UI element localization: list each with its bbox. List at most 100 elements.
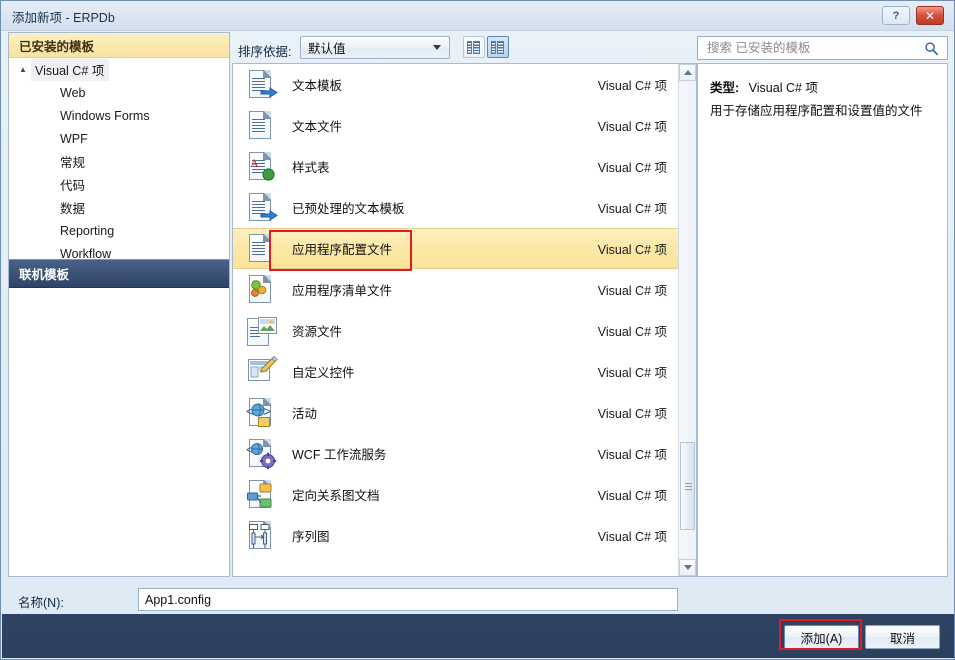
chevron-down-icon: ▲: [19, 65, 27, 74]
template-row[interactable]: 应用程序配置文件 Visual C# 项: [233, 228, 679, 269]
template-name: 定向关系图文档: [292, 489, 380, 503]
template-row[interactable]: 文本模板 Visual C# 项: [233, 64, 679, 105]
text-file-icon: [246, 110, 278, 142]
template-name: 活动: [292, 407, 318, 421]
search-input[interactable]: [705, 40, 919, 56]
name-field-label: 名称(N):: [18, 596, 64, 610]
template-row[interactable]: 文本文件 Visual C# 项: [233, 105, 679, 146]
scrollbar-thumb[interactable]: [680, 442, 695, 530]
templates-sidebar: 已安装的模板 ▲ Visual C# 项 Web Windows Forms W…: [8, 32, 230, 577]
name-input[interactable]: [138, 588, 678, 611]
grid-small-icon: [467, 40, 481, 54]
title-bar: 添加新项 - ERPDb ? ✕: [1, 1, 954, 31]
stylesheet-icon: A: [246, 151, 278, 183]
sort-by-label: 排序依据:: [238, 45, 292, 59]
window-title: 添加新项 - ERPDb: [12, 11, 115, 25]
tree-item-visual-csharp[interactable]: ▲ Visual C# 项: [9, 59, 229, 81]
tree-item-windows-forms[interactable]: Windows Forms: [9, 104, 229, 127]
tree-item-general[interactable]: 常规: [9, 150, 229, 173]
add-new-item-dialog: 添加新项 - ERPDb ? ✕ 已安装的模板 ▲ Visual C# 项 We…: [0, 0, 955, 660]
cancel-button[interactable]: 取消: [865, 625, 940, 649]
scroll-down-button[interactable]: [679, 559, 696, 576]
template-row[interactable]: 自定义控件 Visual C# 项: [233, 351, 679, 392]
medium-icons-view-button[interactable]: [487, 36, 509, 58]
search-box[interactable]: [697, 36, 948, 60]
installed-templates-header: 已安装的模板: [9, 33, 229, 58]
sort-by-dropdown[interactable]: 默认值: [300, 36, 450, 59]
template-description: 用于存储应用程序配置和设置值的文件: [710, 104, 923, 118]
template-row[interactable]: A 样式表 Visual C# 项: [233, 146, 679, 187]
template-name: 文本文件: [292, 120, 343, 134]
templates-list-panel: 文本模板 Visual C# 项文本文件 Visual C# 项 A 样式表 Visual…: [232, 63, 697, 577]
help-button[interactable]: ?: [882, 6, 910, 25]
template-row[interactable]: < WCF 工作流服务 Visual C# 项: [233, 433, 679, 474]
templates-scrollbar[interactable]: [678, 64, 696, 576]
help-icon: ?: [892, 9, 900, 22]
small-icons-view-button[interactable]: [463, 36, 485, 58]
template-name: 应用程序配置文件: [292, 243, 393, 257]
tree-child-label: WPF: [60, 131, 88, 146]
online-templates-header[interactable]: 联机模板: [9, 259, 229, 288]
scroll-up-button[interactable]: [679, 64, 696, 81]
template-row[interactable]: 已预处理的文本模板 Visual C# 项: [233, 187, 679, 228]
template-kind-row: 类型: Visual C# 项: [710, 77, 818, 96]
triangle-up-icon: [683, 70, 692, 75]
search-icon: [925, 42, 938, 56]
template-kind: Visual C# 项: [597, 407, 667, 421]
sequence-diagram-icon: [246, 520, 278, 552]
template-kind: Visual C# 项: [597, 120, 667, 134]
sort-by-value: 默认值: [308, 42, 346, 56]
template-kind: Visual C# 项: [597, 530, 667, 544]
tree-root-label: Visual C# 项: [31, 59, 110, 81]
close-button[interactable]: ✕: [916, 6, 944, 25]
installed-templates-label: 已安装的模板: [19, 39, 95, 54]
template-kind: Visual C# 项: [597, 161, 667, 175]
template-name: 序列图: [292, 530, 330, 544]
template-kind: Visual C# 项: [597, 366, 667, 380]
template-row[interactable]: 应用程序清单文件 Visual C# 项: [233, 269, 679, 310]
template-kind: Visual C# 项: [597, 448, 667, 462]
triangle-down-icon: [683, 565, 692, 570]
tree-item-code[interactable]: 代码: [9, 173, 229, 196]
tree-item-wpf[interactable]: WPF: [9, 127, 229, 150]
template-row[interactable]: <> 活动 Visual C# 项: [233, 392, 679, 433]
template-kind: Visual C# 项: [597, 202, 667, 216]
app-config-icon: [246, 233, 278, 265]
svg-text:A: A: [250, 156, 259, 170]
close-icon: ✕: [924, 8, 936, 23]
template-details-panel: 类型: Visual C# 项 用于存储应用程序配置和设置值的文件: [697, 63, 948, 577]
template-kind: Visual C# 项: [597, 243, 667, 257]
tree-item-web[interactable]: Web: [9, 81, 229, 104]
template-row[interactable]: 定向关系图文档 Visual C# 项: [233, 474, 679, 515]
tree-child-label: Windows Forms: [60, 108, 150, 123]
app-manifest-icon: [246, 274, 278, 306]
dialog-footer: 添加(A) 取消: [2, 614, 954, 658]
tree-child-label: 数据: [60, 202, 86, 216]
category-tree: ▲ Visual C# 项 Web Windows Forms WPF 常规 代…: [9, 59, 229, 265]
template-name: 已预处理的文本模板: [292, 202, 405, 216]
templates-list[interactable]: 文本模板 Visual C# 项文本文件 Visual C# 项 A 样式表 Visual…: [233, 64, 679, 576]
template-row[interactable]: 序列图 Visual C# 项: [233, 515, 679, 556]
wcf-workflow-service-icon: <: [246, 438, 278, 470]
template-kind: Visual C# 项: [597, 489, 667, 503]
online-templates-label: 联机模板: [19, 268, 70, 282]
directed-graph-icon: [246, 479, 278, 511]
custom-control-icon: [246, 355, 278, 388]
tree-item-data[interactable]: 数据: [9, 196, 229, 219]
text-template-icon: [246, 69, 278, 101]
tree-item-reporting[interactable]: Reporting: [9, 219, 229, 242]
template-row[interactable]: 资源文件 Visual C# 项: [233, 310, 679, 351]
activity-icon: <>: [246, 397, 278, 429]
add-button[interactable]: 添加(A): [784, 625, 859, 649]
template-name: 资源文件: [292, 325, 343, 339]
template-kind: Visual C# 项: [597, 284, 667, 298]
grid-medium-icon: [491, 40, 505, 54]
preprocessed-template-icon: [246, 192, 278, 224]
resource-file-icon: [246, 315, 278, 347]
tree-child-label: 常规: [60, 156, 86, 170]
template-kind: Visual C# 项: [597, 79, 667, 93]
chevron-down-icon: [433, 45, 441, 50]
template-name: 样式表: [292, 161, 330, 175]
template-name: 应用程序清单文件: [292, 284, 393, 298]
tree-child-label: 代码: [60, 179, 86, 193]
